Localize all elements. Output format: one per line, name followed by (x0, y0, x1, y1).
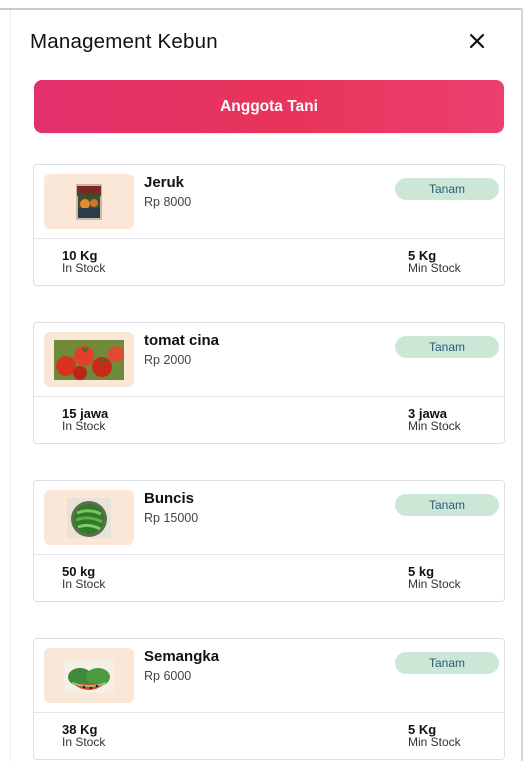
min-stock-label: Min Stock (408, 735, 461, 749)
divider (34, 396, 504, 397)
product-thumbnail (44, 174, 134, 229)
left-border (10, 10, 11, 761)
in-stock-label: In Stock (62, 419, 106, 433)
in-stock-stat: 50 kg In Stock (62, 565, 105, 591)
product-price: Rp 8000 (144, 195, 192, 209)
orange-photo-icon (76, 183, 102, 220)
product-card[interactable]: Semangka Rp 6000 Tanam 38 Kg In Stock 5 … (33, 638, 505, 760)
in-stock-stat: 10 Kg In Stock (62, 249, 105, 275)
close-button[interactable] (464, 28, 490, 54)
page-title: Management Kebun (30, 30, 218, 53)
in-stock-stat: 38 Kg In Stock (62, 723, 105, 749)
product-card[interactable]: Buncis Rp 15000 Tanam 50 kg In Stock 5 k… (33, 480, 505, 602)
product-card[interactable]: Jeruk Rp 8000 Tanam 10 Kg In Stock 5 Kg … (33, 164, 505, 286)
product-name: Jeruk (144, 174, 185, 191)
divider (34, 712, 504, 713)
min-stock-label: Min Stock (408, 261, 461, 275)
status-badge[interactable]: Tanam (395, 652, 499, 674)
product-name: Buncis (144, 490, 195, 507)
product-price: Rp 2000 (144, 353, 192, 367)
min-stock-stat: 5 Kg Min Stock (408, 723, 461, 749)
anggota-tani-label: Anggota Tani (220, 97, 318, 115)
product-price: Rp 6000 (144, 669, 192, 683)
in-stock-label: In Stock (62, 577, 106, 591)
min-stock-label: Min Stock (408, 419, 461, 433)
status-badge[interactable]: Tanam (395, 178, 499, 200)
modal-header: Management Kebun (30, 30, 490, 58)
close-icon (469, 33, 485, 49)
min-stock-stat: 5 Kg Min Stock (408, 249, 461, 275)
product-name: Semangka (144, 648, 220, 665)
green-bean-photo-icon (67, 497, 111, 538)
product-price: Rp 15000 (144, 511, 199, 525)
min-stock-stat: 5 kg Min Stock (408, 565, 461, 591)
top-border (0, 8, 523, 10)
in-stock-label: In Stock (62, 261, 106, 275)
product-card[interactable]: tomat cina Rp 2000 Tanam 15 jawa In Stoc… (33, 322, 505, 444)
divider (34, 238, 504, 239)
watermelon-photo-icon (64, 658, 114, 693)
product-thumbnail (44, 648, 134, 703)
in-stock-stat: 15 jawa In Stock (62, 407, 108, 433)
divider (34, 554, 504, 555)
in-stock-label: In Stock (62, 735, 106, 749)
status-badge[interactable]: Tanam (395, 336, 499, 358)
min-stock-label: Min Stock (408, 577, 461, 591)
tomato-photo-icon (54, 339, 124, 380)
status-badge[interactable]: Tanam (395, 494, 499, 516)
product-thumbnail (44, 332, 134, 387)
min-stock-stat: 3 jawa Min Stock (408, 407, 461, 433)
product-name: tomat cina (144, 332, 220, 349)
product-thumbnail (44, 490, 134, 545)
anggota-tani-button[interactable]: Anggota Tani (34, 80, 504, 133)
